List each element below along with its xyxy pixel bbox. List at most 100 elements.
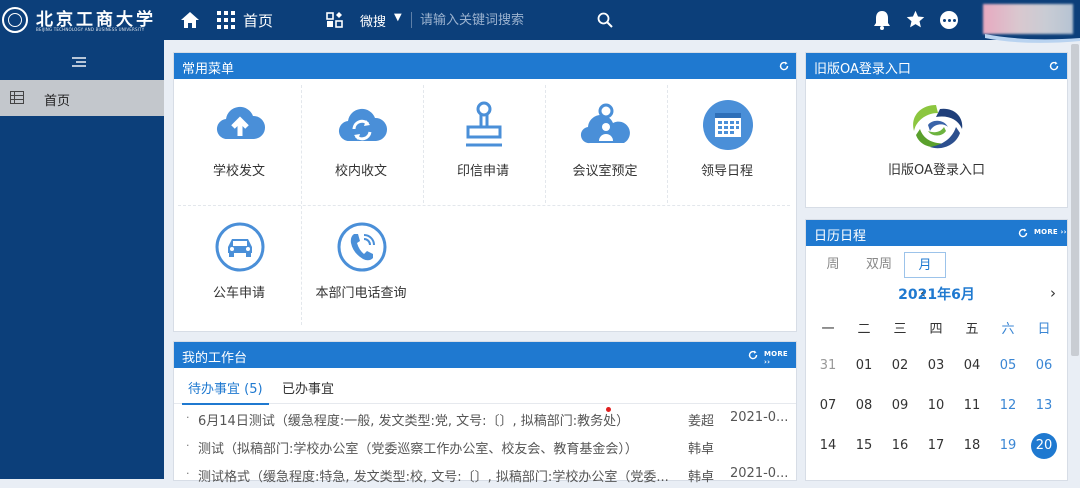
panel-title: 常用菜单	[182, 62, 235, 77]
task-title[interactable]: 6月14日测试（缓急程度:一般, 发文类型:党, 文号:〔〕, 拟稿部门:教务处…	[198, 410, 683, 429]
calendar-day[interactable]: 12	[990, 393, 1026, 419]
menu-item-meeting-room[interactable]: 会议室预定	[544, 81, 666, 203]
calendar-day[interactable]: 19	[990, 433, 1026, 459]
bell-icon[interactable]	[873, 10, 891, 30]
oa-logo-icon[interactable]	[906, 101, 968, 153]
apps-grid-icon[interactable]	[217, 11, 235, 29]
calendar-day[interactable]: 31	[810, 353, 846, 379]
more-link[interactable]: MORE ››	[764, 350, 796, 366]
logo-english-text: BEIJING TECHNOLOGY AND BUSINESS UNIVERSI…	[36, 27, 145, 32]
calendar-day[interactable]: 14	[810, 433, 846, 459]
calendar-day[interactable]: 08	[846, 393, 882, 419]
workbench-tabs: 待办事宜 (5) 已办事宜	[174, 368, 796, 405]
task-title[interactable]: 测试（拟稿部门:学校办公室（党委巡察工作办公室、校友会、教育基金会））	[198, 438, 683, 457]
home-icon[interactable]	[180, 10, 200, 30]
weekday-label: 五	[965, 322, 979, 337]
calendar-day[interactable]: 20	[1026, 433, 1062, 459]
weekday-label: 一	[821, 322, 835, 337]
task-title[interactable]: 测试格式（缓急程度:特急, 发文类型:校, 文号:〔〕, 拟稿部门:学校办公室（…	[198, 466, 683, 485]
tab-done[interactable]: 已办事宜	[282, 378, 334, 397]
panel-title: 我的工作台	[182, 351, 248, 366]
unread-dot-icon	[606, 407, 611, 412]
task-row[interactable]: · 测试（拟稿部门:学校办公室（党委巡察工作办公室、校友会、教育基金会）） 韩卓	[174, 432, 796, 460]
search-engine-select[interactable]: 微搜	[360, 11, 386, 30]
calendar-day[interactable]: 03	[918, 353, 954, 379]
calendar-day[interactable]: 07	[810, 393, 846, 419]
tab-pending[interactable]: 待办事宜 (5)	[182, 378, 269, 405]
panel-header: 我的工作台 MORE ››	[174, 342, 796, 368]
panel-title: 日历日程	[814, 229, 867, 244]
phone-icon	[337, 222, 387, 272]
calendar-nav: ‹ 2021年6月 ›	[806, 282, 1067, 304]
refresh-icon[interactable]	[748, 350, 758, 360]
menu-item-label: 公车申请	[212, 286, 265, 301]
sidebar-item-home[interactable]: 首页	[0, 80, 164, 116]
refresh-icon[interactable]	[1018, 228, 1028, 238]
calendar-day[interactable]: 11	[954, 393, 990, 419]
bullet-icon: ·	[186, 467, 190, 480]
top-bar: 北京工商大学 BEIJING TECHNOLOGY AND BUSINESS U…	[0, 0, 1080, 43]
more-icon[interactable]	[940, 11, 958, 29]
task-date: 2021-0...	[730, 410, 789, 425]
home-link[interactable]: 首页	[243, 10, 273, 31]
chevron-down-icon[interactable]: ▼	[394, 12, 402, 23]
task-row[interactable]: · 6月14日测试（缓急程度:一般, 发文类型:党, 文号:〔〕, 拟稿部门:教…	[174, 404, 796, 432]
cloud-upload-icon	[216, 106, 266, 140]
collapse-menu-icon[interactable]	[72, 57, 86, 67]
menu-item-car-request[interactable]: 公车申请	[178, 203, 300, 325]
calendar-day[interactable]: 05	[990, 353, 1026, 379]
tab-week[interactable]: 周	[812, 252, 854, 278]
calendar-day[interactable]: 01	[846, 353, 882, 379]
menu-item-seal-request[interactable]: 印信申请	[422, 81, 544, 203]
search-input[interactable]	[420, 7, 598, 33]
panel-header: 日历日程 MORE ››	[806, 220, 1067, 246]
workbench-panel: 我的工作台 MORE ›› 待办事宜 (5) 已办事宜 · 6月14日测试（缓急…	[173, 341, 797, 485]
refresh-icon[interactable]	[779, 61, 789, 71]
weekday-label: 四	[929, 322, 943, 337]
sidebar-item-label: 首页	[44, 94, 71, 109]
page-scrollbar[interactable]	[1071, 44, 1079, 356]
university-seal-icon	[2, 7, 28, 33]
star-icon[interactable]	[905, 9, 926, 30]
calendar-day[interactable]: 10	[918, 393, 954, 419]
tab-biweek[interactable]: 双周	[858, 252, 900, 278]
sidebar: 首页	[0, 40, 164, 479]
weekday-label: 二	[857, 322, 871, 337]
task-user: 韩卓	[688, 442, 715, 457]
task-row[interactable]: · 测试格式（缓急程度:特急, 发文类型:校, 文号:〔〕, 拟稿部门:学校办公…	[174, 460, 796, 488]
refresh-icon[interactable]	[1049, 61, 1059, 71]
tab-month[interactable]: 月	[904, 252, 946, 278]
weekday-label: 三	[893, 322, 907, 337]
calendar-day[interactable]: 04	[954, 353, 990, 379]
weekday-label: 日	[1037, 322, 1051, 337]
menu-item-label: 学校发文	[212, 164, 265, 179]
search-bar: 微搜 ▼	[324, 7, 622, 33]
common-menu-panel: 常用菜单 学校发文 校内收文 印信申请 会议室预定 领导日程 公车申请 本部门电…	[173, 52, 797, 332]
calendar-day[interactable]: 17	[918, 433, 954, 459]
menu-item-label: 领导日程	[700, 164, 753, 179]
bullet-icon: ·	[186, 411, 190, 424]
search-icon[interactable]	[596, 11, 614, 29]
bullet-icon: ·	[186, 439, 190, 452]
task-user: 韩卓	[688, 470, 715, 485]
old-oa-login-link[interactable]: 旧版OA登录入口	[806, 159, 1067, 178]
menu-item-incoming-documents[interactable]: 校内收文	[300, 81, 422, 203]
menu-item-school-documents[interactable]: 学校发文	[178, 81, 300, 203]
chevron-right-icon[interactable]: ›	[1050, 284, 1056, 302]
panel-title: 旧版OA登录入口	[814, 62, 911, 77]
header-ribbon-decoration	[985, 34, 1080, 43]
calendar-day[interactable]: 06	[1026, 353, 1062, 379]
old-oa-panel: 旧版OA登录入口 旧版OA登录入口	[805, 52, 1068, 208]
more-link[interactable]: MORE ››	[1034, 228, 1067, 236]
search-engine-icon[interactable]	[326, 11, 344, 29]
calendar-day[interactable]: 15	[846, 433, 882, 459]
calendar-day[interactable]: 09	[882, 393, 918, 419]
menu-item-department-phone[interactable]: 本部门电话查询	[300, 203, 422, 325]
calendar-day[interactable]: 02	[882, 353, 918, 379]
meeting-people-icon	[580, 103, 630, 144]
menu-item-leader-schedule[interactable]: 领导日程	[666, 81, 788, 203]
calendar-day[interactable]: 16	[882, 433, 918, 459]
calendar-day[interactable]: 13	[1026, 393, 1062, 419]
calendar-day[interactable]: 18	[954, 433, 990, 459]
university-logo[interactable]: 北京工商大学 BEIJING TECHNOLOGY AND BUSINESS U…	[0, 4, 160, 36]
